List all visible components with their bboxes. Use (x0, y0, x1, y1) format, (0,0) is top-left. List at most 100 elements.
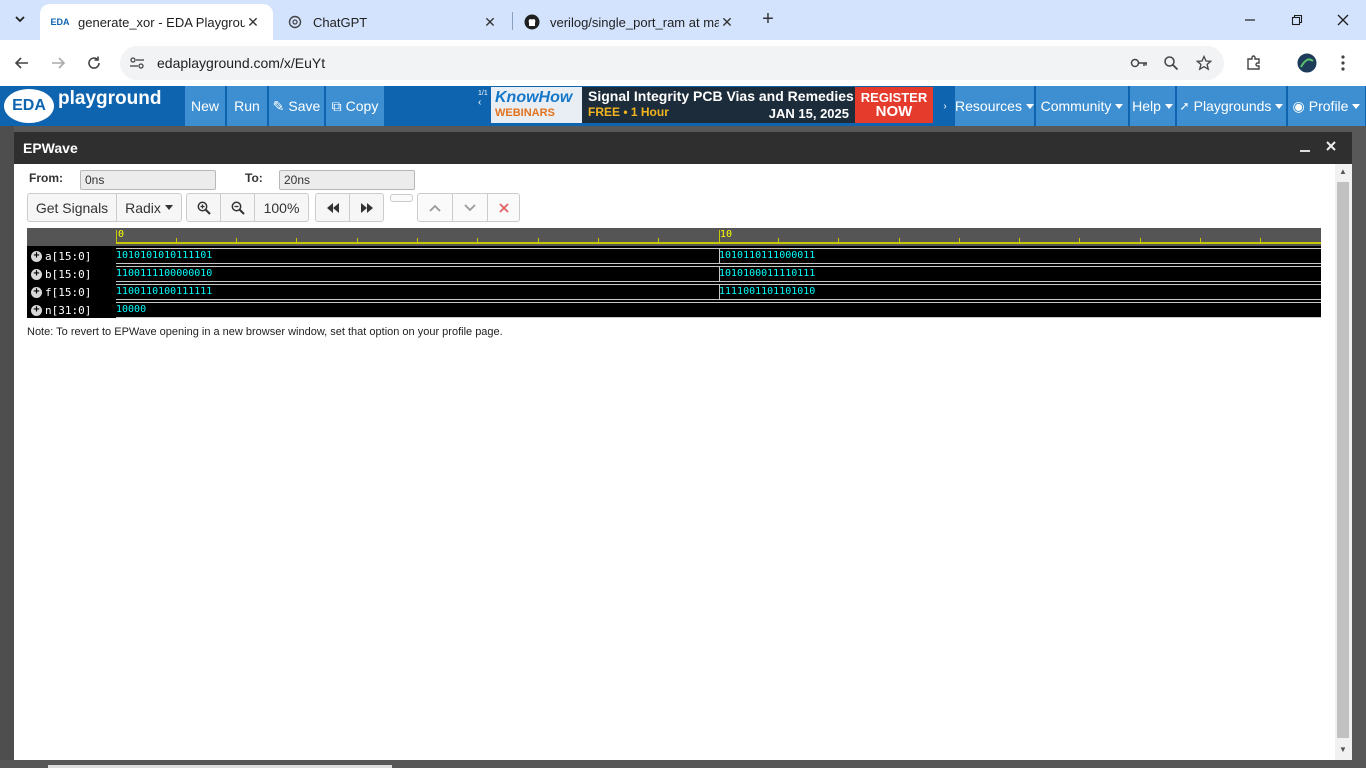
address-bar[interactable]: edaplayground.com/x/EuYt (120, 46, 1224, 80)
get-signals-button[interactable]: Get Signals (28, 194, 117, 221)
password-key-icon[interactable] (1129, 54, 1149, 72)
expand-plus-icon[interactable]: + (31, 250, 42, 262)
ad-brand-sub: WEBINARS (495, 107, 555, 119)
ruler-tick (477, 238, 478, 243)
expand-plus-icon[interactable]: + (31, 286, 42, 298)
save-button[interactable]: ✎ Save (269, 86, 325, 126)
community-menu[interactable]: Community (1036, 86, 1129, 126)
move-up-button[interactable] (418, 194, 453, 221)
forward-button[interactable] (46, 51, 70, 75)
cursor-pill[interactable] (390, 194, 413, 202)
webinar-ad-banner[interactable]: KnowHow WEBINARS Signal Integrity PCB Vi… (491, 87, 933, 123)
site-info-icon[interactable] (128, 54, 146, 72)
zoom-in-icon (197, 201, 211, 215)
zoom-out-icon (231, 201, 245, 215)
close-icon[interactable]: ✕ (719, 14, 735, 30)
extensions-button[interactable] (1243, 52, 1265, 74)
minimize-window-button[interactable] (1238, 8, 1262, 32)
scrollbar-thumb[interactable] (1337, 182, 1349, 738)
ruler-label-area (27, 228, 116, 246)
url-text[interactable]: edaplayground.com/x/EuYt (157, 55, 325, 71)
pencil-icon: ✎ (272, 97, 285, 114)
tab-eda-playground[interactable]: EDA generate_xor - EDA Playground ✕ (40, 4, 273, 40)
community-label: Community (1040, 98, 1112, 114)
zoom-icon[interactable] (1161, 54, 1181, 72)
move-down-button[interactable] (453, 194, 488, 221)
ruler-tick (1019, 238, 1020, 243)
profile-menu[interactable]: ◉ Profile (1288, 86, 1366, 126)
close-icon[interactable]: ✕ (245, 14, 261, 30)
signal-row-b[interactable]: + b[15:0] (31, 265, 91, 283)
ad-body: Signal Integrity PCB Vias and Remedies F… (582, 87, 855, 123)
run-button[interactable]: Run (227, 86, 268, 126)
ruler-major-tick (116, 230, 117, 243)
resources-menu[interactable]: Resources (955, 86, 1035, 126)
user-circle-icon: ◉ (1292, 97, 1305, 114)
tab-chatgpt[interactable]: ChatGPT ✕ (275, 4, 510, 40)
eda-logo[interactable]: EDA (4, 89, 54, 123)
browser-menu-button[interactable] (1332, 52, 1354, 74)
new-button[interactable]: New (185, 86, 226, 126)
ruler-tick (1079, 238, 1080, 243)
step-forward-button[interactable] (350, 194, 383, 221)
zoom-out-button[interactable] (221, 194, 255, 221)
minimize-dialog-button[interactable] (1298, 140, 1312, 156)
playgrounds-menu[interactable]: ➚ Playgrounds (1177, 86, 1287, 126)
profile-avatar-button[interactable] (1296, 52, 1318, 74)
zoom-level-button[interactable]: 100% (255, 194, 308, 221)
arrow-left-icon (14, 57, 28, 69)
ad-register-cta[interactable]: REGISTER NOW (855, 87, 933, 123)
close-icon (1326, 141, 1336, 151)
bookmark-star-icon[interactable] (1194, 54, 1214, 72)
ruler-tick (538, 238, 539, 243)
chevron-down-icon (464, 203, 476, 211)
close-dialog-button[interactable] (1323, 138, 1339, 156)
chevron-right-icon: › (943, 100, 947, 112)
help-menu[interactable]: Help (1130, 86, 1176, 126)
signal-row-n[interactable]: + n[31:0] (31, 301, 91, 319)
ruler-tick (236, 238, 237, 243)
caret-down-icon (1275, 103, 1284, 109)
tab-github[interactable]: verilog/single_port_ram at main ✕ (512, 4, 747, 40)
step-back-button[interactable] (316, 194, 350, 221)
close-icon[interactable]: ✕ (482, 14, 498, 30)
scroll-up-icon[interactable]: ▲ (1337, 167, 1349, 179)
back-button[interactable] (10, 51, 34, 75)
expand-plus-icon[interactable]: + (31, 268, 42, 280)
close-window-button[interactable] (1331, 8, 1355, 32)
dialog-scrollbar[interactable]: ▲ ▼ (1335, 164, 1352, 760)
ad-prev-button[interactable]: 1/1 ‹ (476, 90, 490, 122)
tab-search-button[interactable] (7, 8, 33, 32)
ruler-tick (1140, 238, 1141, 243)
signal-value: 1010101010111101 (116, 250, 213, 261)
restore-window-button[interactable] (1285, 8, 1309, 32)
caret-down-icon (164, 205, 173, 210)
new-tab-button[interactable]: + (757, 9, 779, 31)
expand-plus-icon[interactable]: + (31, 304, 42, 316)
profile-label: Profile (1308, 98, 1349, 114)
ad-brand: KnowHow WEBINARS (491, 87, 582, 123)
signal-row-f[interactable]: + f[15:0] (31, 283, 91, 301)
ruler-tick (1260, 238, 1261, 243)
epwave-note: Note: To revert to EPWave opening in a n… (27, 326, 503, 338)
ad-next-button[interactable]: › (938, 90, 952, 122)
copy-button[interactable]: ⧉ Copy (326, 86, 385, 126)
radix-dropdown[interactable]: Radix (117, 194, 181, 221)
from-input[interactable] (80, 170, 216, 190)
logo-wordmark[interactable]: playground (58, 88, 161, 110)
waveform-viewer[interactable]: 0 10 + a[15:0] 1010101010111101 10101101… (27, 228, 1321, 318)
remove-signal-button[interactable] (488, 194, 519, 221)
to-input[interactable] (279, 170, 415, 190)
minimize-icon (1245, 19, 1255, 21)
signal-name: n[31:0] (45, 303, 92, 317)
tab-title: verilog/single_port_ram at main (550, 14, 719, 30)
close-icon (1337, 14, 1349, 26)
scroll-down-icon[interactable]: ▼ (1337, 745, 1349, 757)
reload-button[interactable] (82, 51, 106, 75)
signal-value: 1010100011110111 (719, 268, 816, 279)
tab-title: generate_xor - EDA Playground (78, 14, 245, 30)
signal-row-a[interactable]: + a[15:0] (31, 247, 91, 265)
resources-label: Resources (955, 98, 1022, 114)
dialog-header: EPWave (14, 132, 1352, 164)
zoom-in-button[interactable] (187, 194, 221, 221)
